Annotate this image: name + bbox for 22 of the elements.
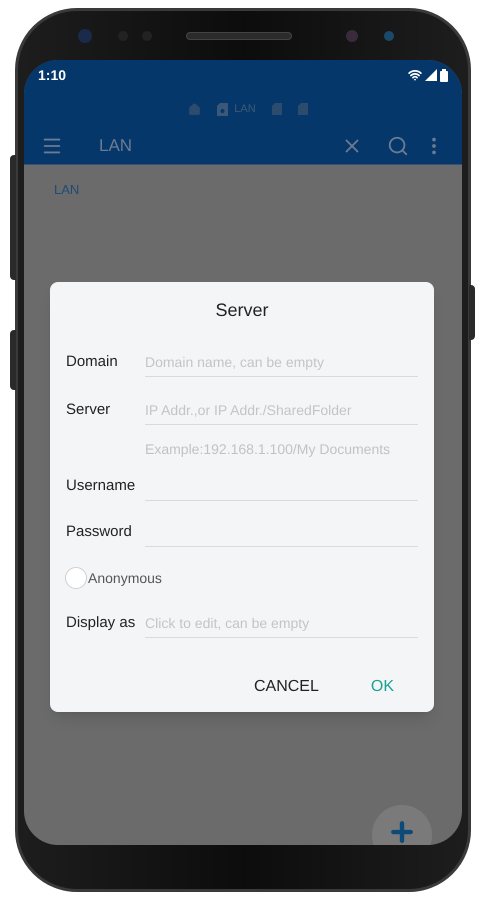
field-label: Display as <box>66 612 136 633</box>
wifi-icon <box>408 68 422 82</box>
field-label: Server <box>66 400 112 420</box>
home-icon[interactable] <box>188 102 202 116</box>
field-label: Domain <box>66 352 119 372</box>
camera-icon <box>78 28 92 42</box>
signal-icon <box>425 69 437 81</box>
sd-card-icon[interactable] <box>272 103 282 115</box>
search-icon[interactable] <box>387 135 409 157</box>
field-label: Password <box>66 522 133 542</box>
dialog-title: Server <box>215 298 268 322</box>
sensor-icon <box>384 30 394 40</box>
sd-card-icon[interactable] <box>217 102 228 116</box>
status-time: 1:10 <box>38 66 66 84</box>
toolbar-title: LAN <box>99 135 132 158</box>
anonymous-radio[interactable]: Anonymous <box>65 567 162 589</box>
path-label: LAN <box>54 182 80 197</box>
dialog-button[interactable]: CANCEL <box>242 667 331 707</box>
camera-icon <box>346 30 358 42</box>
battery-icon <box>440 68 448 82</box>
sd-card-icon[interactable] <box>298 103 308 115</box>
field-label: Username <box>66 476 136 496</box>
